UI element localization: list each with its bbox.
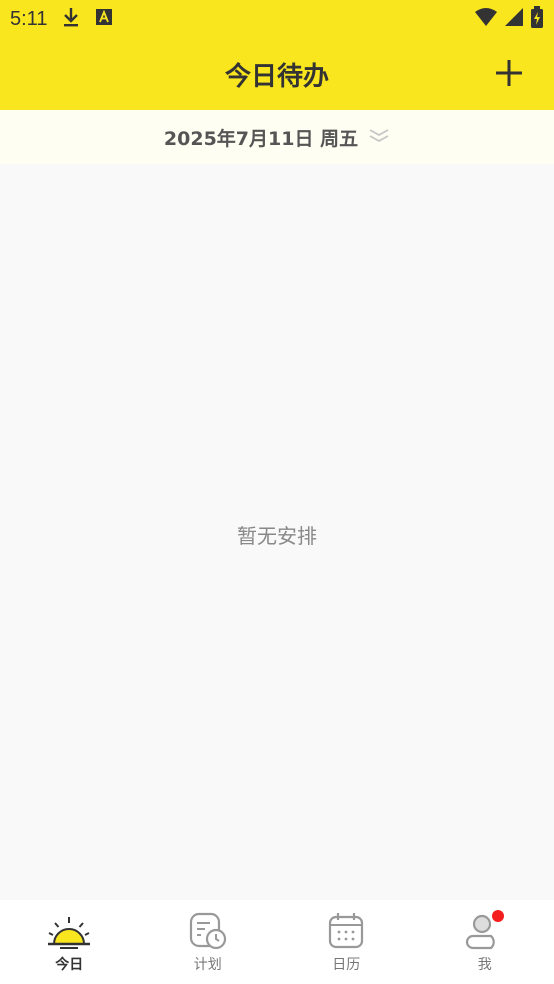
status-left: 5:11: [10, 6, 113, 32]
text-a-icon: [95, 8, 113, 30]
calendar-icon: [323, 910, 369, 952]
app-header: 今日待办: [0, 38, 554, 110]
tab-plan[interactable]: 计划: [139, 900, 278, 984]
wifi-icon: [474, 7, 498, 31]
double-chevron-down-icon: [368, 127, 390, 147]
notification-badge: [491, 910, 504, 922]
page-title: 今日待办: [224, 61, 329, 92]
bottom-tab-bar: 今日 计划 日历 我: [0, 900, 554, 984]
plan-clock-icon: [185, 910, 231, 952]
date-selector[interactable]: 2025年7月11日 周五: [0, 110, 554, 164]
user-icon-wrapper: [462, 910, 508, 952]
tab-plan-label: 计划: [193, 957, 222, 973]
status-time: 5:11: [10, 7, 48, 30]
todo-list-area: 暂无安排: [0, 164, 554, 900]
tab-today-label: 今日: [55, 957, 84, 973]
battery-icon: [530, 6, 544, 32]
current-date: 2025年7月11日 周五: [163, 127, 359, 150]
signal-icon: [504, 7, 524, 31]
plus-icon: [496, 60, 522, 86]
status-bar: 5:11: [0, 0, 554, 38]
sunrise-icon: [46, 910, 92, 952]
tab-calendar[interactable]: 日历: [277, 900, 416, 984]
add-button[interactable]: [490, 54, 528, 92]
tab-me[interactable]: 我: [416, 900, 554, 984]
empty-state-text: 暂无安排: [237, 523, 317, 548]
tab-calendar-label: 日历: [332, 957, 361, 973]
download-icon: [61, 6, 81, 32]
status-right: [474, 6, 544, 32]
tab-me-label: 我: [477, 957, 492, 973]
tab-today[interactable]: 今日: [0, 900, 139, 984]
